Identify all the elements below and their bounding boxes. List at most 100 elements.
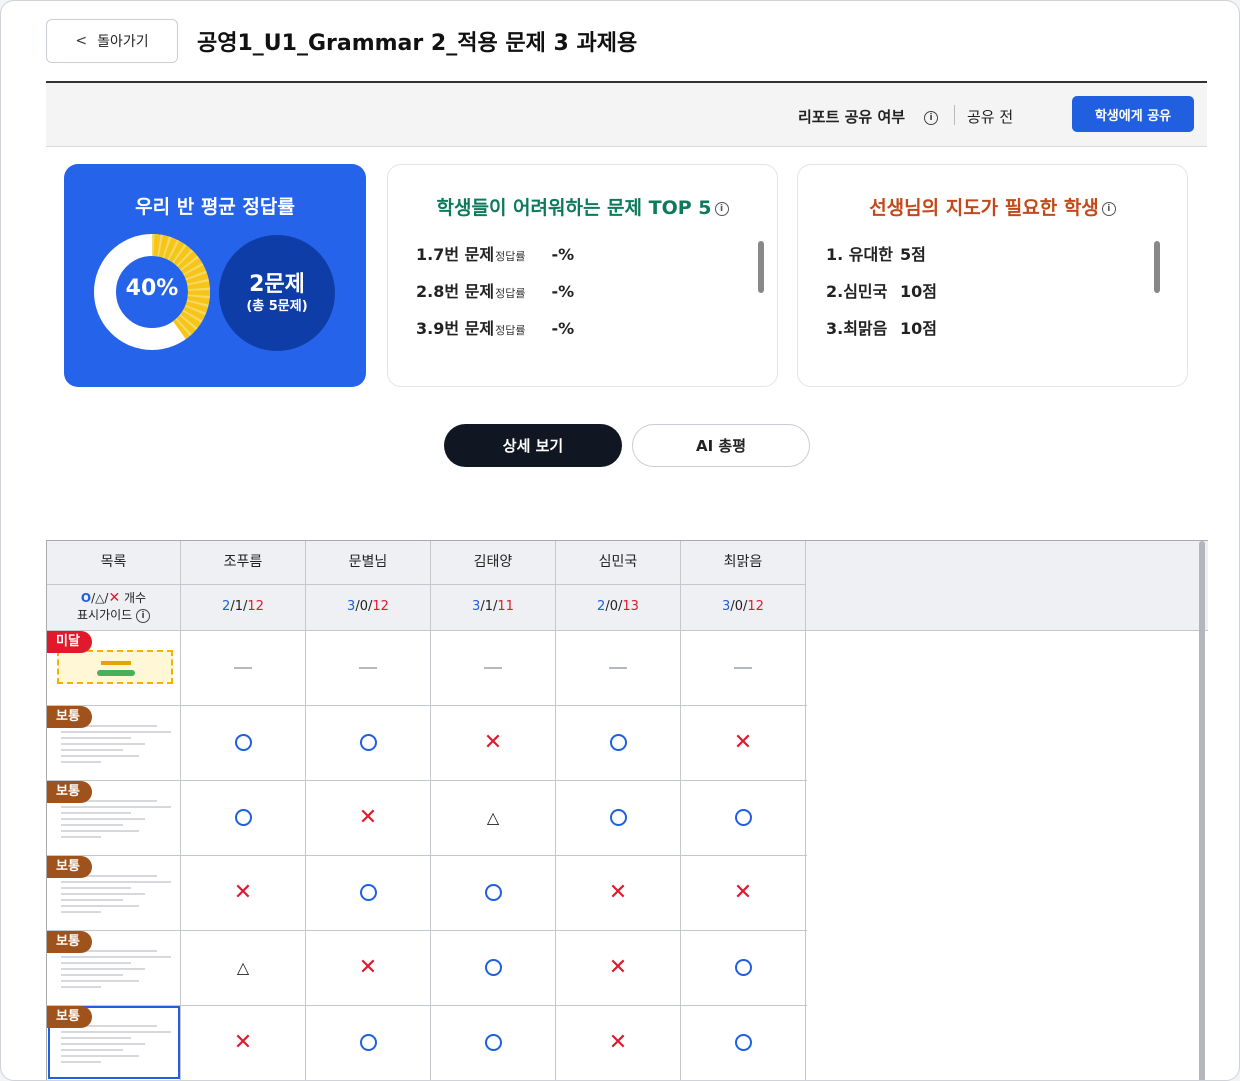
wrong-cross-icon: ✕ [358,954,378,980]
hard-question-row[interactable]: 3.9번 문제 정답률 -% [416,315,574,352]
result-cell[interactable]: ✕ [556,855,681,930]
student-row[interactable]: 3.최맑음 10점 [826,315,937,352]
share-info-icon[interactable]: i [924,107,938,126]
student-name: 2.심민국 [826,282,888,301]
result-cell[interactable] [306,630,431,705]
count-wrong: 11 [497,599,514,614]
correct-circle-icon [609,809,627,826]
hard-question-sub: 정답률 [495,250,526,263]
need-guidance-scrollbar[interactable] [1154,241,1160,293]
result-cell[interactable]: ✕ [181,1005,306,1080]
correct-circle-icon [734,809,752,826]
correct-circle-icon [484,959,502,976]
result-cell[interactable] [181,780,306,855]
result-cell[interactable] [306,855,431,930]
hard-questions-scrollbar[interactable] [758,241,764,293]
result-cell[interactable]: ✕ [556,930,681,1005]
back-button[interactable]: < 돌아가기 [46,19,178,63]
student-row[interactable]: 2.심민국 10점 [826,278,937,315]
result-cell[interactable]: ✕ [556,1005,681,1080]
wrong-cross-icon: ✕ [608,879,628,905]
class-average-card: 우리 반 평균 정답률 40% 2문제 (총 5문제) [64,164,366,387]
result-cell[interactable] [181,705,306,780]
result-cell[interactable]: △ [431,780,556,855]
question-thumbnail[interactable]: 보통 [47,705,181,780]
result-cell[interactable] [306,1005,431,1080]
table-row: 미달 [47,630,807,706]
question-thumbnail[interactable]: 보통 [47,930,181,1005]
hard-question-row[interactable]: 2.8번 문제 정답률 -% [416,278,574,315]
share-status: 공유 전 [967,108,1014,126]
detail-view-button[interactable]: 상세 보기 [444,424,622,467]
question-thumbnail[interactable]: 보통 [47,780,181,855]
question-thumbnail[interactable]: 보통 [47,1005,181,1080]
result-cell[interactable] [556,705,681,780]
result-cell[interactable] [681,930,806,1005]
result-cell[interactable]: ✕ [181,855,306,930]
need-guidance-info-icon[interactable]: i [1101,201,1116,216]
result-cell[interactable]: △ [181,930,306,1005]
student-name: 3.최맑음 [826,319,888,338]
share-to-students-button[interactable]: 학생에게 공유 [1072,96,1194,132]
level-badge: 보통 [47,781,92,803]
student-header[interactable]: 문별님 [306,541,431,585]
student-header[interactable]: 심민국 [556,541,681,585]
result-cell[interactable] [306,705,431,780]
student-count: 2/0/13 [556,585,681,630]
result-cell[interactable] [681,780,806,855]
hard-question-row[interactable]: 1.7번 문제 정답률 -% [416,241,574,278]
question-thumbnail[interactable]: 미달 [47,630,181,705]
student-count: 3/1/11 [431,585,556,630]
student-header[interactable]: 김태양 [431,541,556,585]
result-cell[interactable] [681,630,806,705]
hard-questions-info-icon[interactable]: i [714,201,729,216]
result-cell[interactable] [556,780,681,855]
result-cell[interactable] [681,1005,806,1080]
table-scrollbar[interactable] [1199,541,1205,1080]
student-count: 3/0/12 [681,585,806,630]
student-header[interactable]: 조푸름 [181,541,306,585]
hard-questions-title: 학생들이 어려워하는 문제 TOP 5i [388,193,777,220]
result-cell[interactable] [431,1005,556,1080]
wrong-cross-icon: ✕ [608,954,628,980]
mark-guide[interactable]: O/△/✕ 개수 표시가이드 i [47,585,181,630]
result-cell[interactable] [556,630,681,705]
guide-triangle: △ [95,591,105,605]
correct-circle-icon [234,734,252,751]
chevron-left-icon: < [75,33,88,49]
share-bar: 리포트 공유 여부 i 공유 전 학생에게 공유 [46,83,1207,147]
result-cell[interactable] [431,855,556,930]
table-row: 보통 ✕ ✕ [47,705,807,781]
correct-circle-icon [484,1034,502,1051]
question-preview-text [61,725,173,767]
need-guidance-card: 선생님의 지도가 필요한 학생 i 1. 유대한 5점 2.심민국 10점 3.최맑음 10… [797,164,1188,387]
ai-summary-button[interactable]: AI 총평 [632,424,810,467]
result-cell[interactable]: ✕ [306,930,431,1005]
result-cell[interactable] [431,930,556,1005]
not-submitted-dash [234,666,252,669]
result-cell[interactable]: ✕ [306,780,431,855]
partial-triangle-icon: △ [236,957,250,977]
correct-circle-icon [359,884,377,901]
report-window: < 돌아가기 공영1_U1_Grammar 2_적용 문제 3 과제용 리포트 … [0,0,1240,1081]
result-cell[interactable]: ✕ [431,705,556,780]
hard-questions-card: 학생들이 어려워하는 문제 TOP 5i 1.7번 문제 정답률 -% 2.8번 문제… [387,164,778,387]
table-row: 보통 ✕ ✕ [47,1005,807,1080]
student-header[interactable]: 최맑음 [681,541,806,585]
hard-question-sub: 정답률 [495,324,526,337]
student-row[interactable]: 1. 유대한 5점 [826,241,937,278]
table-row: 보통 ✕ △ [47,780,807,856]
list-header: 목록 [47,541,181,585]
correct-circle-icon [484,884,502,901]
table-row: 보통 △ ✕ ✕ [47,930,807,1006]
count-partial: 1 [484,599,493,614]
correct-circle-icon [359,734,377,751]
wrong-cross-icon: ✕ [608,1029,628,1055]
result-cell[interactable]: ✕ [681,705,806,780]
level-badge: 보통 [47,706,92,728]
result-cell[interactable]: ✕ [681,855,806,930]
result-cell[interactable] [181,630,306,705]
page-title: 공영1_U1_Grammar 2_적용 문제 3 과제용 [197,31,638,56]
question-thumbnail[interactable]: 보통 [47,855,181,930]
result-cell[interactable] [431,630,556,705]
